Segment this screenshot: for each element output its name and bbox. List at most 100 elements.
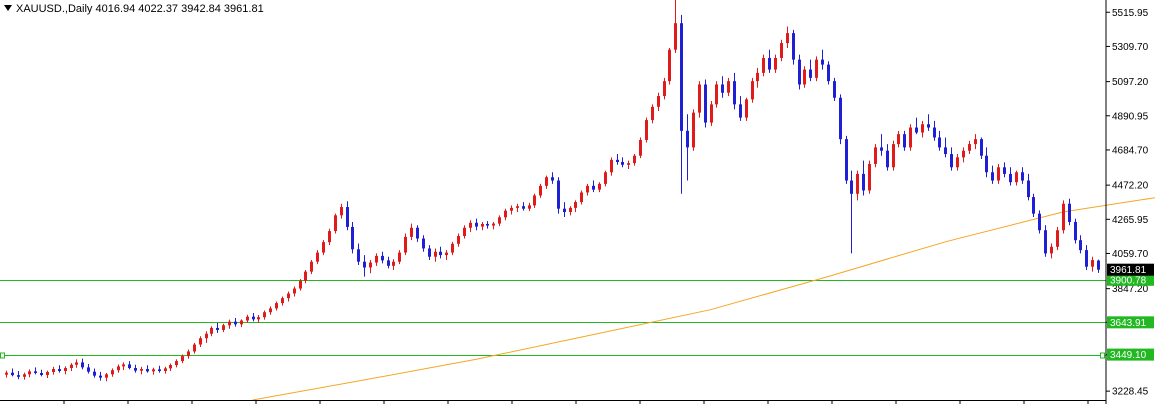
candle-body xyxy=(545,177,548,186)
candle xyxy=(751,77,754,103)
candle-body xyxy=(40,373,43,375)
candle-body xyxy=(551,177,554,181)
candle-body xyxy=(246,316,249,321)
candle-body xyxy=(751,81,754,100)
candle-body xyxy=(727,81,730,93)
chart-area[interactable]: 5515.95 5309.70 5097.20 4890.95 4684.70 4472.… xyxy=(0,0,1155,404)
price-tick-label: 5515.95 xyxy=(1112,8,1149,19)
candle-body xyxy=(762,57,765,73)
candle-body xyxy=(181,356,184,362)
collapse-triangle-icon[interactable] xyxy=(4,5,12,11)
price-tick-label: 4059.70 xyxy=(1112,249,1149,260)
candle xyxy=(692,109,695,151)
candle-body xyxy=(17,375,20,377)
candle-body xyxy=(956,157,959,168)
candle-body xyxy=(240,320,243,325)
last-price-tag-text: 3961.81 xyxy=(1110,265,1147,276)
candle-body xyxy=(210,327,213,334)
candle-body xyxy=(381,255,384,261)
level-price-tag-text: 3449.10 xyxy=(1110,350,1147,361)
candle-body xyxy=(745,99,748,118)
candle-body xyxy=(187,351,190,357)
candle-body xyxy=(93,371,96,376)
candle-body xyxy=(463,227,466,237)
candle-body xyxy=(1079,240,1082,251)
candle-body xyxy=(604,172,607,184)
candle-body xyxy=(580,192,583,203)
candle-body xyxy=(903,134,906,148)
candle-body xyxy=(158,369,161,372)
candle-body xyxy=(792,33,795,60)
candle-body xyxy=(439,251,442,256)
candle-body xyxy=(481,223,484,227)
candle xyxy=(1074,218,1077,244)
candle-body xyxy=(798,59,801,85)
candle-body xyxy=(1091,260,1094,267)
candle-body xyxy=(334,215,337,232)
candle-body xyxy=(234,321,237,325)
candle-body xyxy=(968,144,971,151)
candle-body xyxy=(375,255,378,263)
candle-body xyxy=(1097,260,1100,270)
candle-body xyxy=(639,139,642,156)
level-handle-right xyxy=(1100,352,1105,359)
candle xyxy=(710,101,713,126)
candle-body xyxy=(833,81,836,98)
candle-body xyxy=(486,223,489,226)
candle-body xyxy=(803,69,806,85)
chart-background xyxy=(0,0,1155,404)
candle-body xyxy=(263,312,266,318)
candle-body xyxy=(733,81,736,105)
candle-body xyxy=(645,120,648,140)
candle-body xyxy=(774,57,777,70)
candle-body xyxy=(369,262,372,268)
candle-body xyxy=(921,124,924,133)
candle-body xyxy=(1062,203,1065,231)
candle-body xyxy=(962,150,965,158)
candle-body xyxy=(569,207,572,213)
candle-body xyxy=(710,104,713,123)
candle-body xyxy=(557,180,560,209)
candle-body xyxy=(1044,230,1047,254)
candle-body xyxy=(880,147,883,151)
candle-body xyxy=(445,252,448,256)
candle-body xyxy=(815,59,818,78)
candle-body xyxy=(34,371,37,374)
price-tick-label: 4684.70 xyxy=(1112,145,1149,156)
candle-body xyxy=(786,33,789,44)
candle-body xyxy=(11,372,14,376)
candle-body xyxy=(410,227,413,237)
candlestick-chart[interactable]: 5515.95 5309.70 5097.20 4890.95 4684.70 4472.… xyxy=(0,0,1155,404)
level-handle-left xyxy=(0,352,5,359)
candle-body xyxy=(938,137,941,148)
candle-body xyxy=(651,106,654,121)
candle-body xyxy=(821,59,824,65)
candle-body xyxy=(310,261,313,272)
candle-body xyxy=(944,147,947,155)
candle-body xyxy=(422,238,425,249)
candle-body xyxy=(528,205,531,209)
candle-body xyxy=(81,362,84,368)
price-tick-label: 4265.95 xyxy=(1112,215,1149,226)
candle-body xyxy=(663,81,666,97)
candle-body xyxy=(1074,221,1077,241)
candle-body xyxy=(574,202,577,208)
candle-body xyxy=(991,172,994,181)
candle-body xyxy=(892,144,895,168)
candle xyxy=(827,61,830,85)
ohlc-values: 4016.94 4022.37 3942.84 3961.81 xyxy=(95,3,264,15)
candle-body xyxy=(692,112,695,148)
candle-body xyxy=(152,369,155,372)
candle-body xyxy=(739,104,742,118)
price-tick-label: 3228.45 xyxy=(1112,387,1149,398)
candle-body xyxy=(5,372,8,375)
candle-body xyxy=(70,364,73,369)
candle-body xyxy=(985,155,988,173)
candle-body xyxy=(874,147,877,164)
candle-body xyxy=(1015,172,1018,183)
candle-body xyxy=(563,208,566,213)
candle-body xyxy=(1050,246,1053,254)
candle xyxy=(1038,210,1041,234)
candle-body xyxy=(997,167,1000,181)
candle-body xyxy=(686,130,689,148)
